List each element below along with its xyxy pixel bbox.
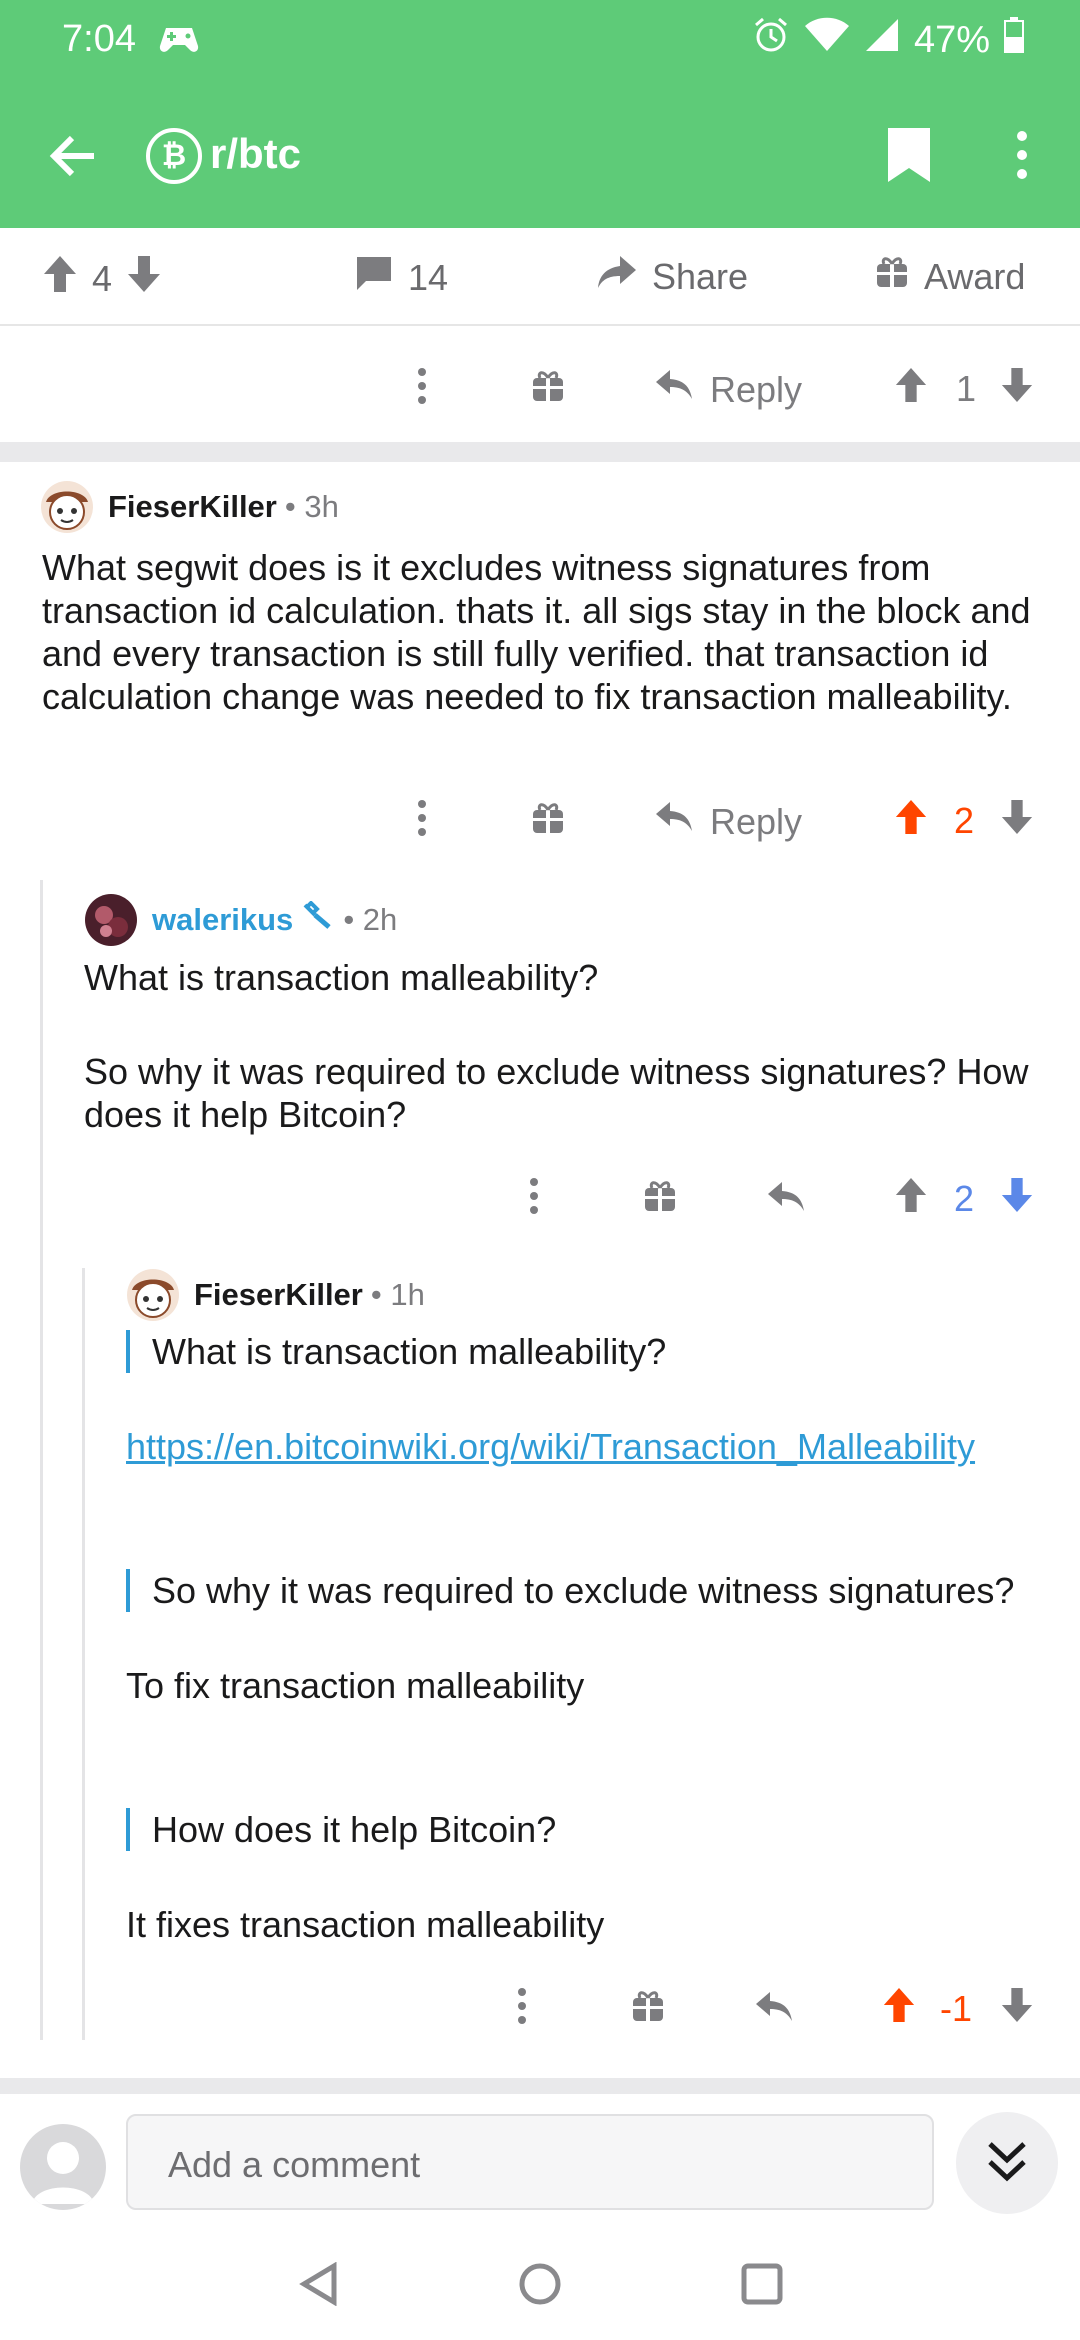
comment-body-line: What is transaction malleability? bbox=[84, 957, 599, 998]
comment-count: 14 bbox=[408, 256, 449, 298]
app-bar: ₿ r/btc bbox=[0, 100, 1080, 210]
bitcoin-icon: ₿ bbox=[146, 128, 202, 184]
vote-count: -1 bbox=[940, 1988, 973, 2029]
comment-header: FieserKiller • 1h bbox=[126, 1268, 425, 1322]
upvote-icon[interactable] bbox=[882, 1986, 916, 2033]
award-label: Award bbox=[924, 255, 1026, 297]
upvote-icon[interactable] bbox=[894, 366, 928, 413]
downvote-icon[interactable] bbox=[1000, 1986, 1034, 2033]
bookmark-icon[interactable] bbox=[884, 126, 934, 189]
more-options-icon[interactable] bbox=[416, 796, 428, 849]
share-button[interactable]: Share bbox=[596, 254, 748, 299]
system-nav-bar bbox=[0, 2228, 1080, 2340]
upvote-icon[interactable] bbox=[894, 1176, 928, 1223]
user-avatar[interactable] bbox=[20, 2124, 106, 2210]
comment-header: FieserKiller • 3h bbox=[40, 480, 339, 534]
reply-label: Reply bbox=[710, 800, 803, 842]
game-controller-icon bbox=[158, 24, 200, 63]
comment-age: 1h bbox=[390, 1277, 425, 1312]
reply-icon[interactable] bbox=[766, 1180, 806, 1223]
back-arrow-icon[interactable] bbox=[44, 126, 104, 186]
comment-actions: -1 bbox=[0, 1976, 1080, 2036]
subreddit-name[interactable]: r/btc bbox=[210, 130, 301, 178]
more-options-icon[interactable] bbox=[416, 364, 428, 417]
header: 7:04 47% ₿ r/btc bbox=[0, 0, 1080, 228]
award-button[interactable]: Award bbox=[874, 254, 1025, 299]
comment-age: 3h bbox=[304, 489, 339, 524]
gift-icon[interactable] bbox=[530, 800, 566, 845]
reply-button[interactable]: Reply bbox=[654, 368, 802, 411]
reply-icon[interactable] bbox=[754, 1990, 794, 2033]
comment-composer: Add a comment bbox=[0, 2078, 1080, 2228]
add-comment-input[interactable]: Add a comment bbox=[126, 2114, 934, 2210]
comment-body-line: It fixes transaction malleability bbox=[126, 1904, 605, 1945]
comment-body-line: So why it was required to exclude witnes… bbox=[84, 1051, 1029, 1135]
thread-line bbox=[82, 1268, 85, 2040]
comment-author[interactable]: FieserKiller bbox=[194, 1277, 363, 1313]
comment-author[interactable]: walerikus bbox=[152, 902, 293, 938]
nav-back-icon[interactable] bbox=[298, 2261, 340, 2311]
nav-recents-icon[interactable] bbox=[740, 2262, 784, 2311]
vote-count: 2 bbox=[954, 1178, 975, 1219]
reply-icon bbox=[654, 368, 694, 411]
post-vote-count: 4 bbox=[92, 257, 113, 299]
comment-author[interactable]: FieserKiller bbox=[108, 489, 277, 525]
downvote-icon[interactable] bbox=[1000, 366, 1034, 413]
comment-meta: • 3h bbox=[284, 489, 339, 524]
blockquote: How does it help Bitcoin? bbox=[126, 1808, 1056, 1851]
comment-meta: • 2h bbox=[343, 902, 398, 937]
comment-body-line: To fix transaction malleability bbox=[126, 1665, 585, 1706]
downvote-icon[interactable] bbox=[1000, 798, 1034, 845]
avatar[interactable] bbox=[40, 480, 94, 534]
avatar[interactable] bbox=[126, 1268, 180, 1322]
downvote-icon[interactable] bbox=[126, 254, 162, 303]
comment-age: 2h bbox=[362, 902, 398, 937]
more-options-icon[interactable] bbox=[516, 1984, 528, 2037]
comment-separator bbox=[0, 442, 1080, 462]
share-icon bbox=[596, 254, 638, 299]
comment-meta: • 1h bbox=[370, 1277, 425, 1312]
gift-icon bbox=[874, 254, 910, 299]
upvote-icon[interactable] bbox=[42, 254, 78, 303]
comment-body: What segwit does is it excludes witness … bbox=[42, 547, 1031, 717]
battery-icon bbox=[1004, 17, 1024, 63]
signal-icon bbox=[864, 17, 900, 63]
status-bar: 7:04 47% bbox=[0, 0, 1080, 80]
battery-percent: 47% bbox=[913, 18, 990, 61]
status-time: 7:04 bbox=[62, 18, 136, 60]
reply-label: Reply bbox=[710, 368, 803, 410]
comment-icon bbox=[354, 254, 394, 301]
post-vote: 4 bbox=[42, 254, 162, 303]
more-options-icon[interactable] bbox=[1010, 126, 1034, 189]
reply-icon bbox=[654, 800, 694, 843]
gift-icon[interactable] bbox=[630, 1988, 666, 2033]
gift-icon[interactable] bbox=[642, 1178, 678, 1223]
wiki-link[interactable]: https://en.bitcoinwiki.org/wiki/Transact… bbox=[126, 1425, 1066, 1468]
blockquote: So why it was required to exclude witnes… bbox=[126, 1569, 1056, 1612]
wifi-icon bbox=[804, 17, 850, 63]
comment-actions: 2 bbox=[0, 1166, 1080, 1226]
reply-button[interactable]: Reply bbox=[654, 800, 802, 843]
downvote-icon[interactable] bbox=[1000, 1176, 1034, 1223]
avatar[interactable] bbox=[84, 893, 138, 947]
nav-home-icon[interactable] bbox=[518, 2262, 562, 2311]
comment-header: walerikus • 2h bbox=[84, 893, 397, 947]
collapse-button[interactable] bbox=[956, 2112, 1058, 2214]
post-action-bar: 4 14 Share Award bbox=[0, 228, 1080, 326]
vote-count: 2 bbox=[954, 800, 975, 841]
comments-button[interactable]: 14 bbox=[354, 254, 448, 301]
blockquote: What is transaction malleability? bbox=[126, 1330, 1056, 1373]
comment-actions: Reply 2 bbox=[0, 790, 1080, 850]
gift-icon[interactable] bbox=[530, 368, 566, 413]
double-chevron-down-icon bbox=[984, 2138, 1030, 2189]
wrench-icon bbox=[301, 900, 335, 939]
alarm-icon bbox=[752, 16, 790, 64]
upvote-icon[interactable] bbox=[894, 798, 928, 845]
thread-line bbox=[40, 880, 43, 2040]
more-options-icon[interactable] bbox=[528, 1174, 540, 1227]
prev-comment-actions: Reply 1 bbox=[0, 358, 1080, 418]
vote-count: 1 bbox=[956, 368, 977, 409]
share-label: Share bbox=[652, 255, 749, 297]
